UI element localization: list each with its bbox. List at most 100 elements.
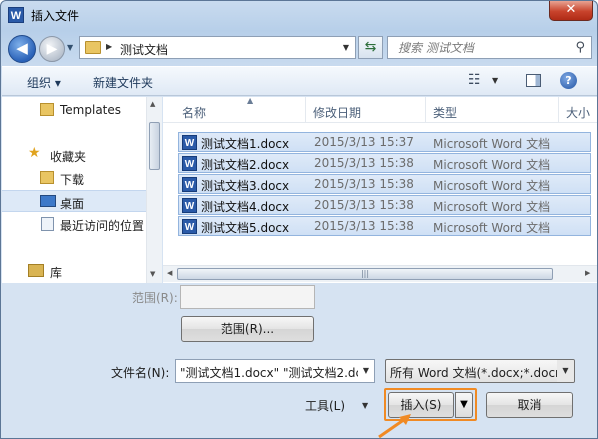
scroll-left-icon[interactable]: ◀: [167, 269, 172, 277]
file-name: 测试文档4.docx: [201, 200, 290, 214]
sidebar-item-templates[interactable]: Templates: [2, 99, 146, 121]
file-type: Microsoft Word 文档: [433, 158, 551, 172]
refresh-button[interactable]: ⇆: [358, 36, 383, 59]
title-bar: W 插入文件 ✕: [1, 1, 597, 29]
file-name: 测试文档1.docx: [201, 137, 290, 151]
close-button[interactable]: ✕: [549, 1, 593, 21]
file-type: Microsoft Word 文档: [433, 137, 551, 151]
library-icon: [28, 264, 44, 277]
desktop-icon: [40, 195, 56, 207]
help-icon[interactable]: ?: [560, 72, 577, 89]
insert-options-dropdown-icon[interactable]: ▼: [455, 392, 473, 418]
file-name: 测试文档5.docx: [201, 221, 290, 235]
folder-icon: [40, 103, 54, 116]
column-divider[interactable]: [558, 97, 559, 123]
cancel-button[interactable]: 取消: [486, 392, 573, 418]
word-document-icon: W: [182, 198, 197, 213]
navigation-pane: Templates ★ 收藏夹 下载 桌面 最近访问的位置 库 ▲ ▼: [2, 97, 162, 283]
filename-dropdown-icon[interactable]: ▼: [358, 360, 374, 382]
word-app-icon: W: [8, 7, 24, 23]
range-button[interactable]: 范围(R)...: [181, 316, 314, 342]
back-button[interactable]: ◀: [8, 35, 36, 63]
word-document-icon: W: [182, 156, 197, 171]
refresh-icon: ⇆: [364, 39, 377, 55]
file-name: 测试文档3.docx: [201, 179, 290, 193]
word-document-icon: W: [182, 177, 197, 192]
search-box[interactable]: ⚲: [387, 36, 592, 59]
sidebar-item-libraries[interactable]: 库: [2, 260, 146, 282]
sidebar-item-downloads[interactable]: 下载: [2, 167, 146, 189]
sidebar-scrollbar[interactable]: ▲ ▼: [146, 97, 162, 283]
file-row[interactable]: W 测试文档5.docx 2015/3/13 15:38 Microsoft W…: [178, 216, 591, 236]
filename-value[interactable]: "测试文档1.docx" "测试文档2.dc: [180, 364, 362, 381]
organize-button[interactable]: 组织 ▾: [27, 74, 61, 91]
address-bar[interactable]: ▶ 测试文档 ▼: [79, 36, 356, 59]
annotation-arrow-icon: [378, 414, 411, 439]
star-icon: ★: [28, 145, 41, 161]
file-name: 测试文档2.docx: [201, 158, 290, 172]
file-type: Microsoft Word 文档: [433, 221, 551, 235]
file-row[interactable]: W 测试文档2.docx 2015/3/13 15:38 Microsoft W…: [178, 153, 591, 173]
address-dropdown-icon[interactable]: ▼: [337, 37, 355, 58]
column-header-date[interactable]: 修改日期: [313, 104, 361, 121]
change-view-icon[interactable]: ☷: [468, 72, 481, 88]
filename-field[interactable]: "测试文档1.docx" "测试文档2.dc ▼: [175, 359, 375, 383]
folder-icon: [85, 41, 101, 54]
recent-pages-dropdown-icon[interactable]: ▼: [67, 43, 73, 52]
breadcrumb-arrow-icon[interactable]: ▶: [106, 42, 112, 51]
column-header-row: ▲ 名称 修改日期 类型 大小: [163, 96, 597, 123]
sidebar-item-label: 库: [50, 266, 63, 280]
file-type: Microsoft Word 文档: [433, 200, 551, 214]
column-header-size[interactable]: 大小: [566, 104, 590, 121]
file-date: 2015/3/13 15:38: [314, 156, 414, 170]
preview-pane-icon[interactable]: [526, 74, 541, 87]
range-label: 范围(R):: [132, 291, 178, 305]
sidebar-item-recent-places[interactable]: 最近访问的位置: [2, 213, 146, 235]
tools-button[interactable]: 工具(L): [305, 397, 345, 414]
file-row[interactable]: W 测试文档1.docx 2015/3/13 15:37 Microsoft W…: [178, 132, 591, 152]
sidebar-item-label: 最近访问的位置: [60, 219, 145, 233]
search-icon[interactable]: ⚲: [575, 40, 585, 55]
sidebar-item-favorites[interactable]: ★ 收藏夹: [2, 144, 146, 166]
insert-file-dialog: W 插入文件 ✕ ◀ ▶ ▼ ▶ 测试文档 ▼ ⇆ ⚲ 组织 ▾ 新建文件夹 ☷…: [0, 0, 598, 439]
search-input[interactable]: [396, 40, 566, 56]
word-document-icon: W: [182, 135, 197, 150]
sidebar-item-label: Templates: [60, 103, 122, 117]
scroll-right-icon[interactable]: ▶: [585, 269, 590, 277]
file-date: 2015/3/13 15:37: [314, 135, 414, 149]
filename-label: 文件名(N):: [111, 366, 170, 380]
column-header-name[interactable]: 名称: [182, 104, 206, 121]
sort-ascending-icon: ▲: [247, 96, 254, 105]
column-header-type[interactable]: 类型: [433, 104, 457, 121]
file-type: Microsoft Word 文档: [433, 179, 551, 193]
sidebar-item-desktop[interactable]: 桌面: [2, 190, 146, 212]
scroll-down-icon[interactable]: ▼: [150, 270, 155, 278]
tools-dropdown-icon[interactable]: ▼: [362, 401, 368, 410]
sidebar-item-label: 收藏夹: [50, 150, 87, 164]
view-dropdown-icon[interactable]: ▼: [492, 76, 498, 85]
scroll-up-icon[interactable]: ▲: [150, 100, 155, 108]
column-divider[interactable]: [425, 97, 426, 123]
file-type-filter-select[interactable]: 所有 Word 文档(*.docx;*.docm ▼: [385, 359, 575, 383]
file-row[interactable]: W 测试文档4.docx 2015/3/13 15:38 Microsoft W…: [178, 195, 591, 215]
sidebar-item-label: 桌面: [60, 197, 85, 211]
word-document-icon: W: [182, 219, 197, 234]
file-list: ▲ 名称 修改日期 类型 大小 W 测试文档1.docx 2015/3/13 1…: [163, 96, 597, 283]
sidebar-scroll-thumb[interactable]: [149, 122, 160, 170]
breadcrumb-current[interactable]: 测试文档: [120, 41, 168, 58]
new-folder-button[interactable]: 新建文件夹: [93, 74, 153, 91]
horizontal-scroll-thumb[interactable]: |||: [177, 268, 553, 280]
sidebar-item-label: 下载: [60, 173, 85, 187]
filter-dropdown-icon[interactable]: ▼: [557, 360, 574, 382]
horizontal-scrollbar[interactable]: ◀ ||| ▶: [163, 265, 597, 282]
forward-button[interactable]: ▶: [39, 36, 65, 62]
recent-places-icon: [41, 217, 54, 231]
file-row[interactable]: W 测试文档3.docx 2015/3/13 15:38 Microsoft W…: [178, 174, 591, 194]
download-folder-icon: [40, 171, 54, 184]
file-date: 2015/3/13 15:38: [314, 219, 414, 233]
file-date: 2015/3/13 15:38: [314, 177, 414, 191]
column-divider[interactable]: [305, 97, 306, 123]
file-date: 2015/3/13 15:38: [314, 198, 414, 212]
file-type-filter-value[interactable]: 所有 Word 文档(*.docx;*.docm: [390, 364, 567, 381]
range-input[interactable]: [180, 285, 315, 309]
